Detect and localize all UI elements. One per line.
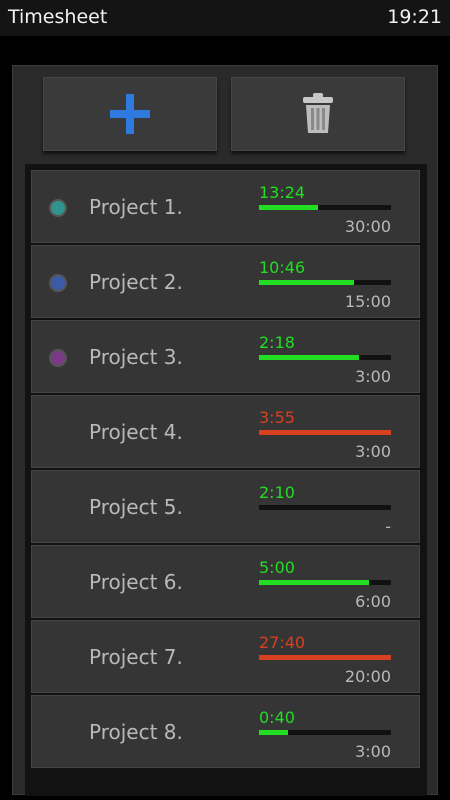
progress-fill bbox=[259, 355, 359, 360]
project-time: 2:10 bbox=[259, 483, 295, 502]
project-row[interactable]: Project 2. 10:46 15:00 bbox=[31, 245, 420, 318]
project-row[interactable]: Project 7. 27:40 20:00 bbox=[31, 620, 420, 693]
project-list[interactable]: Project 1. 13:24 30:00 Project 2. 10:46 15:00… bbox=[25, 164, 427, 796]
progress-track bbox=[259, 430, 391, 435]
progress-fill bbox=[259, 280, 354, 285]
project-color-dot-icon bbox=[49, 199, 67, 217]
project-name: Project 8. bbox=[89, 720, 183, 744]
project-name: Project 3. bbox=[89, 345, 183, 369]
project-row[interactable]: Project 1. 13:24 30:00 bbox=[31, 170, 420, 243]
progress-track bbox=[259, 505, 391, 510]
trash-icon bbox=[303, 93, 333, 133]
progress-fill bbox=[259, 580, 369, 585]
project-goal: 20:00 bbox=[344, 667, 391, 686]
progress-track bbox=[259, 730, 391, 735]
project-time: 27:40 bbox=[259, 633, 306, 652]
project-name: Project 2. bbox=[89, 270, 183, 294]
progress-track bbox=[259, 205, 391, 210]
project-name: Project 7. bbox=[89, 645, 183, 669]
project-row[interactable]: Project 6. 5:00 6:00 bbox=[31, 545, 420, 618]
project-time: 3:55 bbox=[259, 408, 295, 427]
project-time: 10:46 bbox=[259, 258, 306, 277]
project-row[interactable]: Project 4. 3:55 3:00 bbox=[31, 395, 420, 468]
project-row[interactable]: Project 8. 0:40 3:00 bbox=[31, 695, 420, 768]
delete-project-button[interactable] bbox=[231, 77, 405, 151]
project-time: 5:00 bbox=[259, 558, 295, 577]
project-name: Project 6. bbox=[89, 570, 183, 594]
project-color-dot-icon bbox=[49, 274, 67, 292]
progress-fill bbox=[259, 655, 391, 660]
project-goal: 3:00 bbox=[355, 442, 391, 461]
project-time: 13:24 bbox=[259, 183, 306, 202]
progress-track bbox=[259, 355, 391, 360]
project-name: Project 1. bbox=[89, 195, 183, 219]
project-name: Project 4. bbox=[89, 420, 183, 444]
progress-track bbox=[259, 580, 391, 585]
project-time: 2:18 bbox=[259, 333, 295, 352]
project-goal: 30:00 bbox=[344, 217, 391, 236]
project-goal: 15:00 bbox=[344, 292, 391, 311]
project-goal: 3:00 bbox=[355, 367, 391, 386]
add-project-button[interactable] bbox=[43, 77, 217, 151]
clock: 19:21 bbox=[387, 6, 442, 28]
project-goal: 6:00 bbox=[355, 592, 391, 611]
timesheet-panel: Project 1. 13:24 30:00 Project 2. 10:46 15:00… bbox=[12, 65, 438, 796]
project-goal: 3:00 bbox=[355, 742, 391, 761]
progress-fill bbox=[259, 205, 318, 210]
progress-fill bbox=[259, 430, 391, 435]
project-goal: - bbox=[385, 517, 391, 536]
project-row[interactable]: Project 3. 2:18 3:00 bbox=[31, 320, 420, 393]
app-title: Timesheet bbox=[8, 6, 108, 28]
plus-icon bbox=[110, 94, 150, 134]
status-bar: Timesheet 19:21 bbox=[0, 0, 450, 36]
project-name: Project 5. bbox=[89, 495, 183, 519]
progress-fill bbox=[259, 730, 288, 735]
progress-track bbox=[259, 280, 391, 285]
project-time: 0:40 bbox=[259, 708, 295, 727]
project-color-dot-icon bbox=[49, 349, 67, 367]
progress-track bbox=[259, 655, 391, 660]
project-row[interactable]: Project 5. 2:10 - bbox=[31, 470, 420, 543]
